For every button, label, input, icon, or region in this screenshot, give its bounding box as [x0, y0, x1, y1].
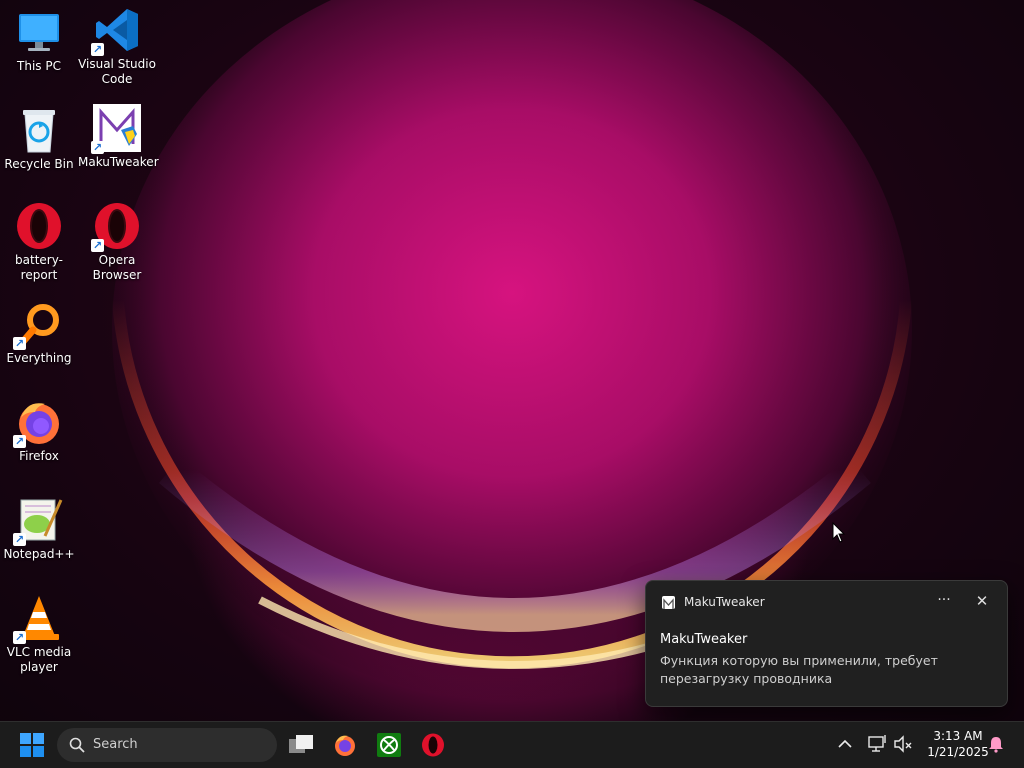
- start-button[interactable]: [12, 726, 52, 764]
- desktop-icon-makutweaker[interactable]: ↗ MakuTweaker: [78, 104, 159, 170]
- desktop-icon-label: Opera Browser: [92, 253, 142, 282]
- firefox-icon: [335, 735, 355, 756]
- bell-icon: [989, 737, 1003, 753]
- desktop-icon-this-pc[interactable]: This PC: [0, 8, 78, 74]
- search-label: Search: [93, 737, 138, 752]
- recycle-bin-icon: [15, 106, 63, 154]
- makutweaker-icon: ↗: [91, 104, 141, 154]
- shortcut-arrow-icon: ↗: [91, 141, 104, 154]
- volume-button[interactable]: [891, 732, 915, 756]
- desktop-icon-label: MakuTweaker: [78, 155, 159, 169]
- shortcut-arrow-icon: ↗: [13, 631, 26, 644]
- desktop-icon-recycle-bin[interactable]: Recycle Bin: [0, 106, 78, 172]
- taskbar-search-box[interactable]: Search: [57, 728, 277, 762]
- shortcut-arrow-icon: ↗: [13, 337, 26, 350]
- show-hidden-icons-button[interactable]: [833, 732, 857, 756]
- notification-close-button[interactable]: ✕: [970, 589, 994, 613]
- task-view-button[interactable]: [281, 726, 321, 764]
- shortcut-arrow-icon: ↗: [91, 239, 104, 252]
- makutweaker-app-icon: [662, 596, 675, 609]
- chevron-up-icon: [838, 739, 852, 748]
- desktop-icon-visual-studio-code[interactable]: ↗ Visual Studio Code: [78, 6, 156, 87]
- desktop-icon-label: VLC media player: [6, 645, 72, 674]
- notification-title: MakuTweaker: [660, 632, 748, 647]
- magnifier-icon: ↗: [13, 300, 63, 350]
- notification-center-button[interactable]: [984, 732, 1008, 756]
- notepad-plus-plus-icon: ↗: [13, 496, 63, 546]
- desktop-icon-everything[interactable]: ↗ Everything: [0, 300, 78, 366]
- desktop: This PC ↗ Visual Studio Code Recycle Bin: [0, 0, 1024, 721]
- network-button[interactable]: [865, 732, 889, 756]
- opera-icon: ↗: [91, 202, 141, 252]
- network-icon: [868, 735, 886, 752]
- monitor-icon: [15, 8, 63, 56]
- taskbar-firefox-button[interactable]: [325, 726, 365, 764]
- desktop-icon-firefox[interactable]: ↗ Firefox: [0, 398, 78, 464]
- desktop-icon-label: Notepad++: [3, 547, 75, 561]
- shortcut-arrow-icon: ↗: [13, 435, 26, 448]
- taskbar-opera-button[interactable]: [413, 726, 453, 764]
- vscode-icon: ↗: [91, 6, 141, 56]
- notification-app-name: MakuTweaker: [684, 595, 765, 609]
- shortcut-arrow-icon: ↗: [91, 43, 104, 56]
- mouse-cursor-icon: [832, 522, 846, 543]
- desktop-icon-opera-browser[interactable]: ↗ Opera Browser: [78, 202, 156, 283]
- notification-body: Функция которую вы применили, требует пе…: [660, 653, 938, 686]
- taskbar-xbox-button[interactable]: [369, 726, 409, 764]
- desktop-icon-label: This PC: [17, 59, 61, 73]
- desktop-icon-label: Visual Studio Code: [78, 57, 156, 86]
- notification-toast[interactable]: MakuTweaker ··· ✕ MakuTweaker Функция ко…: [645, 580, 1008, 707]
- search-icon: [69, 737, 85, 753]
- notification-more-options-button[interactable]: ···: [932, 589, 956, 613]
- task-view-icon: [289, 735, 313, 753]
- taskbar: Search 3:13 AM 1/21/2025: [0, 721, 1024, 768]
- desktop-icon-label: Recycle Bin: [4, 157, 74, 171]
- windows-logo-icon: [20, 733, 44, 757]
- desktop-icon-battery-report[interactable]: battery-report: [0, 202, 78, 283]
- firefox-icon: ↗: [13, 398, 63, 448]
- vlc-cone-icon: ↗: [13, 594, 63, 644]
- shortcut-arrow-icon: ↗: [13, 533, 26, 546]
- desktop-icon-label: Firefox: [19, 449, 59, 463]
- desktop-icon-label: Everything: [6, 351, 72, 365]
- volume-muted-icon: [894, 735, 912, 753]
- desktop-icon-notepad-plus-plus[interactable]: ↗ Notepad++: [0, 496, 78, 562]
- desktop-icon-vlc[interactable]: ↗ VLC media player: [0, 594, 78, 675]
- opera-icon: [15, 202, 63, 250]
- opera-icon: [422, 733, 444, 757]
- xbox-icon: [377, 733, 401, 757]
- desktop-icon-label: battery-report: [15, 253, 63, 282]
